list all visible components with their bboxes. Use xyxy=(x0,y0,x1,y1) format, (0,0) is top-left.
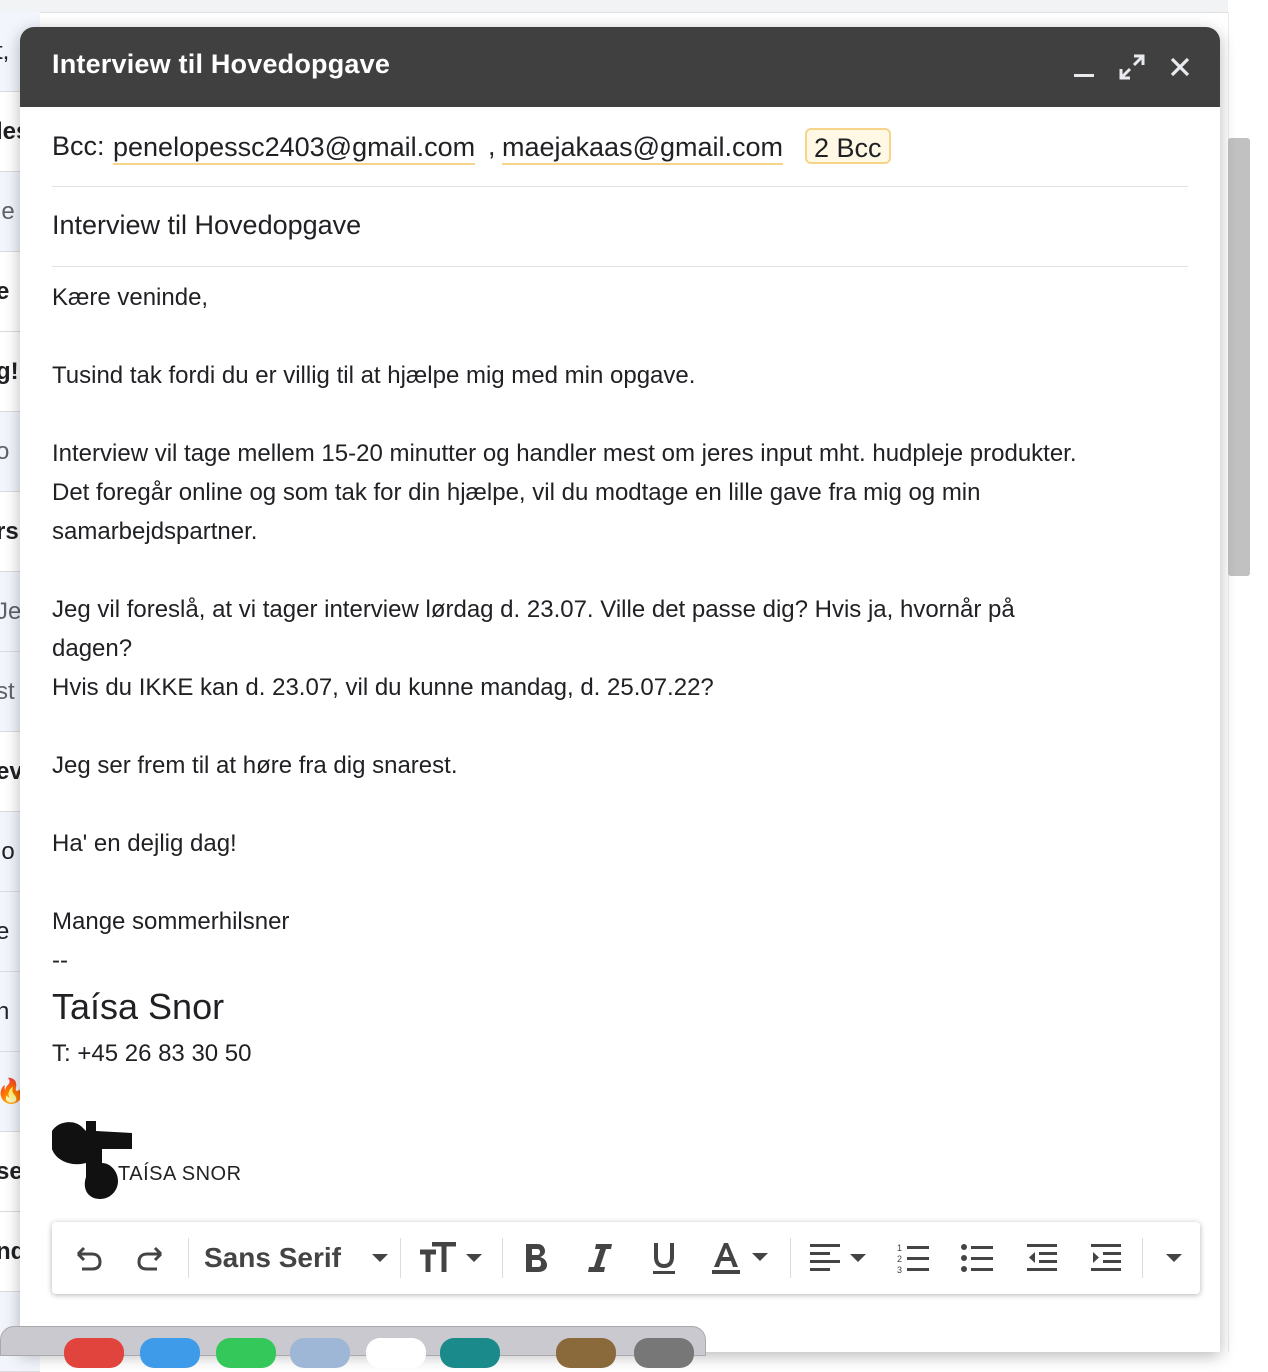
compose-title: Interview til Hovedopgave xyxy=(52,49,391,79)
indent-more-icon[interactable] xyxy=(1084,1234,1128,1282)
body-line: samarbejdspartner. xyxy=(52,518,258,545)
expand-icon[interactable] xyxy=(1112,47,1152,87)
svg-text:3: 3 xyxy=(897,1265,902,1274)
body-line: Det foregår online og som tak for din hj… xyxy=(52,479,981,506)
indent-less-icon[interactable] xyxy=(1020,1234,1064,1282)
body-paragraph: Jeg ser frem til at høre fra dig snarest… xyxy=(52,752,458,779)
dropdown-arrow-icon xyxy=(372,1254,388,1262)
background-topbar xyxy=(0,0,1228,13)
font-family-select[interactable]: Sans Serif xyxy=(204,1234,390,1282)
bird-logo-icon xyxy=(52,1121,132,1199)
signature-phone: T: +45 26 83 30 50 xyxy=(52,1040,252,1067)
redo-icon[interactable] xyxy=(131,1234,171,1282)
compose-window: Interview til Hovedopgave Bcc: penelopes… xyxy=(20,27,1220,1352)
undo-icon[interactable] xyxy=(68,1234,108,1282)
body-line: Hvis du IKKE kan d. 23.07, vil du kunne … xyxy=(52,674,714,701)
subject-field[interactable]: Interview til Hovedopgave xyxy=(52,186,1188,267)
dock-app-icon[interactable] xyxy=(290,1338,350,1368)
bold-icon[interactable] xyxy=(516,1234,556,1282)
closing: Mange sommerhilsner xyxy=(52,908,290,935)
underline-icon[interactable] xyxy=(644,1234,684,1282)
logo-text: TAÍSA SNOR xyxy=(118,1163,242,1185)
svg-text:1: 1 xyxy=(897,1243,902,1253)
recipient-chip[interactable]: penelopessc2403@gmail.com xyxy=(113,131,476,165)
subject-text: Interview til Hovedopgave xyxy=(52,210,362,240)
dock-app-icon[interactable] xyxy=(64,1338,124,1368)
italic-icon[interactable] xyxy=(580,1234,620,1282)
dock-app-icon[interactable] xyxy=(440,1338,500,1368)
body-line: Interview vil tage mellem 15-20 minutter… xyxy=(52,440,1077,467)
body-line: dagen? xyxy=(52,635,133,662)
body-paragraph: Tusind tak fordi du er villig til at hjæ… xyxy=(52,362,696,389)
svg-text:2: 2 xyxy=(897,1254,902,1264)
message-body[interactable]: Kære veninde, Tusind tak fordi du er vil… xyxy=(52,278,1188,1073)
toolbar-divider xyxy=(502,1238,503,1278)
body-line: Jeg vil foreslå, at vi tager interview l… xyxy=(52,596,1015,623)
dock-app-icon[interactable] xyxy=(366,1338,426,1368)
font-size-icon[interactable] xyxy=(416,1234,486,1282)
signature-separator: -- xyxy=(52,947,68,974)
dock-app-icon[interactable] xyxy=(140,1338,200,1368)
toolbar-divider xyxy=(400,1238,401,1278)
toolbar-divider xyxy=(790,1238,791,1278)
more-formatting-icon[interactable] xyxy=(1156,1234,1192,1282)
toolbar-divider xyxy=(188,1238,189,1278)
signature-name: Taísa Snor xyxy=(52,986,225,1027)
recipient-chip[interactable]: maejakaas@gmail.com xyxy=(502,131,784,165)
signature-logo: TAÍSA SNOR xyxy=(52,1119,252,1199)
toolbar-divider xyxy=(1142,1238,1143,1278)
numbered-list-icon[interactable]: 123 xyxy=(892,1234,936,1282)
dock-app-icon[interactable] xyxy=(216,1338,276,1368)
font-family-label: Sans Serif xyxy=(204,1242,341,1273)
greeting: Kære veninde, xyxy=(52,284,209,311)
recipient-separator: , xyxy=(488,131,496,161)
page-scrollbar-thumb[interactable] xyxy=(1228,138,1250,576)
dock-app-icon[interactable] xyxy=(556,1338,616,1368)
body-paragraph: Ha' en dejlig dag! xyxy=(52,830,237,857)
bcc-label: Bcc: xyxy=(52,131,105,161)
dock-app-icon[interactable] xyxy=(634,1338,694,1368)
text-color-icon[interactable] xyxy=(708,1234,774,1282)
minimize-icon[interactable] xyxy=(1064,47,1104,87)
formatting-toolbar: Sans Serif 123 xyxy=(52,1222,1200,1294)
compose-header[interactable]: Interview til Hovedopgave xyxy=(20,27,1220,107)
bcc-count-chip[interactable]: 2 Bcc xyxy=(805,128,891,164)
align-icon[interactable] xyxy=(804,1234,874,1282)
bcc-field[interactable]: Bcc: penelopessc2403@gmail.com , maejaka… xyxy=(52,107,1188,187)
bulleted-list-icon[interactable] xyxy=(956,1234,1000,1282)
close-icon[interactable] xyxy=(1160,47,1200,87)
